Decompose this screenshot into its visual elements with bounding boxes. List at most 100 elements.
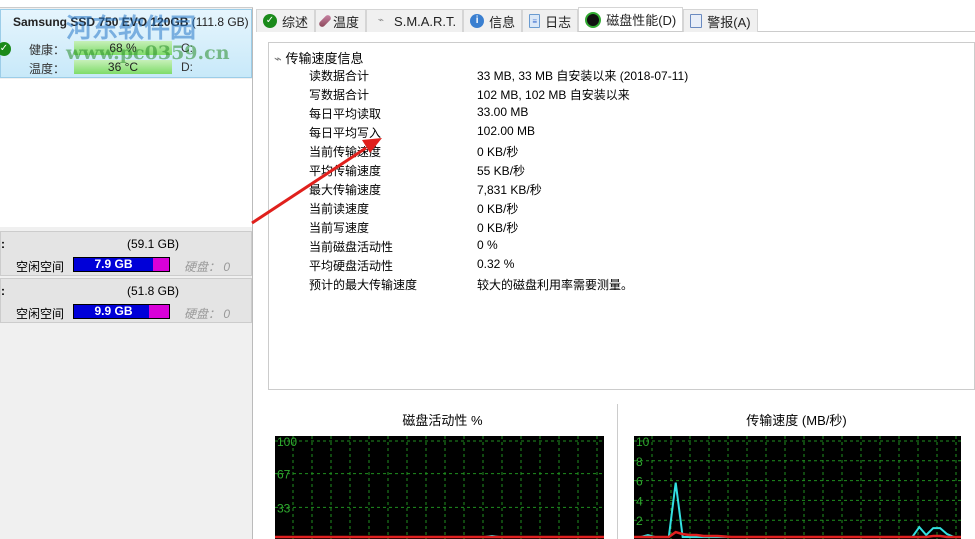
info-label: 每日平均读取 xyxy=(309,107,382,121)
disk-size: (111.8 GB) xyxy=(191,15,249,29)
tab-label: 日志 xyxy=(545,14,572,30)
info-row: 读数据合计 33 MB, 33 MB 自安装以来 (2018-07-11) xyxy=(309,67,688,84)
section-title-text: 传输速度信息 xyxy=(285,51,364,66)
tab-alerts[interactable]: 警报(A) xyxy=(683,9,758,32)
info-row: 当前写速度 0 KB/秒 xyxy=(309,219,518,236)
thermometer-icon xyxy=(317,13,333,29)
temp-label: 温度： xyxy=(29,62,66,76)
info-label: 平均传输速度 xyxy=(309,164,382,178)
info-row: 预计的最大传输速度 较大的磁盘利用率需要测量。 xyxy=(309,276,633,293)
info-value: 102.00 MB xyxy=(477,124,536,138)
disk-index: 硬盘： 0 xyxy=(184,260,231,274)
watermark-logo: 河东软件园 xyxy=(66,14,197,44)
info-label: 当前传输速度 xyxy=(309,145,382,159)
y-tick-label: 2 xyxy=(636,514,643,528)
info-row: 平均硬盘活动性 0.32 % xyxy=(309,257,514,274)
tab-disk-performance[interactable]: 磁盘性能(D) xyxy=(578,7,684,31)
info-value: 102 MB, 102 MB 自安装以来 xyxy=(477,88,630,102)
info-label: 读数据合计 xyxy=(309,69,370,83)
gauge-icon xyxy=(585,11,602,28)
tab-temperature[interactable]: 温度 xyxy=(315,9,367,32)
info-row: 每日平均写入 102.00 MB xyxy=(309,124,535,141)
watermark-url: www.pc0359.cn xyxy=(66,42,230,64)
y-tick-label: 8 xyxy=(636,455,643,469)
free-space-bar: 9.9 GB xyxy=(73,304,170,319)
info-row: 写数据合计 102 MB, 102 MB 自安装以来 xyxy=(309,86,630,103)
log-icon: ≡ xyxy=(529,14,541,28)
tab-smart[interactable]: ⌁ S.M.A.R.T. xyxy=(366,9,464,32)
disk-list-panel: Samsung SSD 750 EVO 120GB (111.8 GB) ✓ 健… xyxy=(0,0,253,539)
tab-overview[interactable]: ✓ 综述 xyxy=(256,9,316,32)
drive-total: (59.1 GB) xyxy=(127,237,180,251)
drive-item[interactable]: : (51.8 GB) 空闲空间 9.9 GB 硬盘： 0 xyxy=(0,278,252,323)
info-label: 写数据合计 xyxy=(309,88,370,102)
disk-index: 硬盘： 0 xyxy=(184,307,231,321)
tab-label: 警报(A) xyxy=(707,14,751,30)
tab-info[interactable]: i 信息 xyxy=(463,9,523,32)
info-icon: i xyxy=(470,14,485,28)
info-value: 7,831 KB/秒 xyxy=(477,183,542,197)
info-label: 最大传输速度 xyxy=(309,183,382,197)
info-row: 平均传输速度 55 KB/秒 xyxy=(309,162,525,179)
free-space-label: 空闲空间 xyxy=(16,260,65,274)
check-icon: ✓ xyxy=(263,14,277,28)
info-value: 0 KB/秒 xyxy=(477,145,519,159)
drive-letter: : xyxy=(1,284,5,298)
health-ok-icon: ✓ xyxy=(0,42,11,56)
toolbar-strip xyxy=(0,0,253,8)
y-tick-label: 10 xyxy=(636,436,650,449)
y-tick-label: 33 xyxy=(277,501,291,515)
tab-bar: ✓ 综述 温度 ⌁ S.M.A.R.T. i 信息 ≡ 日志 磁盘性能(D) 警报(A) xyxy=(256,7,975,32)
chart-title: 磁盘活动性 % xyxy=(402,413,483,428)
info-label: 预计的最大传输速度 xyxy=(309,278,418,292)
free-space-value: 9.9 GB xyxy=(94,304,133,318)
transfer-chart-panel: 传输速度 (MB/秒) 10 8 6 4 2 xyxy=(618,404,975,539)
activity-chart: 100 67 33 xyxy=(275,436,604,539)
info-value: 33.00 MB xyxy=(477,105,529,119)
drive-item[interactable]: : (59.1 GB) 空闲空间 7.9 GB 硬盘： 0 xyxy=(0,231,252,276)
alert-icon xyxy=(690,14,703,28)
tab-label: 磁盘性能(D) xyxy=(606,13,677,28)
info-label: 每日平均写入 xyxy=(309,126,382,140)
info-row: 当前读速度 0 KB/秒 xyxy=(309,200,518,217)
info-value: 0 KB/秒 xyxy=(477,221,519,235)
info-value: 55 KB/秒 xyxy=(477,164,526,178)
y-tick-label: 67 xyxy=(277,468,291,482)
info-row: 当前磁盘活动性 0 % xyxy=(309,238,498,255)
free-space-bar: 7.9 GB xyxy=(73,257,170,272)
chart-background xyxy=(634,436,961,539)
tab-label: 信息 xyxy=(489,14,516,30)
tab-label: 综述 xyxy=(282,14,309,30)
info-label: 当前读速度 xyxy=(309,202,370,216)
transfer-info-box: ⌁ 传输速度信息 读数据合计 33 MB, 33 MB 自安装以来 (2018-0… xyxy=(268,42,975,390)
section-icon: ⌁ xyxy=(274,51,282,66)
y-tick-label: 6 xyxy=(636,475,643,489)
tab-log[interactable]: ≡ 日志 xyxy=(522,9,579,32)
chart-title: 传输速度 (MB/秒) xyxy=(746,413,847,428)
info-label: 当前写速度 xyxy=(309,221,370,235)
info-value: 0 % xyxy=(477,238,498,252)
info-value: 较大的磁盘利用率需要测量。 xyxy=(477,278,634,292)
info-row: 当前传输速度 0 KB/秒 xyxy=(309,143,518,160)
free-space-label: 空闲空间 xyxy=(16,307,65,321)
section-title: ⌁ 传输速度信息 xyxy=(274,48,363,67)
info-row: 最大传输速度 7,831 KB/秒 xyxy=(309,181,542,198)
tab-label: 温度 xyxy=(333,14,360,30)
info-row: 每日平均读取 33.00 MB xyxy=(309,105,528,122)
info-label: 当前磁盘活动性 xyxy=(309,240,394,254)
info-value: 0.32 % xyxy=(477,257,515,271)
transfer-chart: 10 8 6 4 2 xyxy=(634,436,961,539)
activity-chart-panel: 磁盘活动性 % 100 67 33 xyxy=(268,404,617,539)
disk-list-empty xyxy=(0,79,252,227)
info-label: 平均硬盘活动性 xyxy=(309,259,394,273)
drive-letter: : xyxy=(1,237,5,251)
tab-label: S.M.A.R.T. xyxy=(394,13,457,29)
y-tick-label: 4 xyxy=(636,494,643,508)
y-tick-label: 100 xyxy=(277,436,297,449)
used-space-fill xyxy=(149,305,169,318)
info-value: 0 KB/秒 xyxy=(477,202,519,216)
info-value: 33 MB, 33 MB 自安装以来 (2018-07-11) xyxy=(477,69,689,83)
smart-icon: ⌁ xyxy=(378,15,385,26)
chart-background xyxy=(275,436,604,539)
free-space-value: 7.9 GB xyxy=(94,257,133,271)
